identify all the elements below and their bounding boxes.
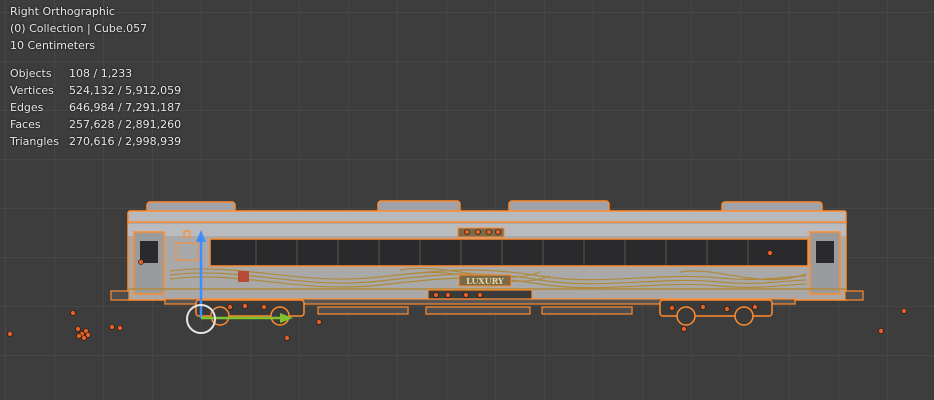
stat-label: Edges: [10, 101, 44, 114]
object-origin-dot-icon[interactable]: [463, 292, 469, 298]
stat-label: Objects: [10, 67, 52, 80]
underframe-box: [317, 306, 409, 315]
object-origin-dot-icon[interactable]: [117, 325, 123, 331]
object-origin-dot-icon[interactable]: [284, 335, 290, 341]
object-origin-dot-icon[interactable]: [495, 229, 501, 235]
object-origin-dot-icon[interactable]: [261, 304, 267, 310]
object-origin-dot-icon[interactable]: [7, 331, 13, 337]
train-car[interactable]: LUXURY: [110, 200, 864, 326]
object-origin-dot-icon[interactable]: [70, 310, 76, 316]
object-origin-dot-icon[interactable]: [475, 229, 481, 235]
coupler-right: [844, 290, 864, 301]
stat-row-vertices: Vertices 524,132 / 5,912,059: [10, 82, 181, 99]
door-left-window: [140, 241, 158, 263]
object-origin-dot-icon[interactable]: [724, 306, 730, 312]
scene-statistics: Objects 108 / 1,233 Vertices 524,132 / 5,9…: [10, 65, 181, 150]
nameplate-text: LUXURY: [466, 276, 504, 286]
grid-scale-info: 10 Centimeters: [10, 39, 96, 52]
object-origin-dot-icon[interactable]: [464, 229, 470, 235]
object-origin-dot-icon[interactable]: [242, 303, 248, 309]
object-origin-dot-icon[interactable]: [75, 326, 81, 332]
object-origin-dot-icon[interactable]: [227, 304, 233, 310]
viewport-header-info: Right Orthographic (0) Collection | Cube…: [10, 3, 147, 54]
object-origin-dot-icon[interactable]: [445, 292, 451, 298]
window-band: [209, 238, 809, 267]
object-origin-dot-icon[interactable]: [878, 328, 884, 334]
stat-label: Vertices: [10, 84, 54, 97]
object-origin-dot-icon[interactable]: [752, 304, 758, 310]
underframe-box: [425, 306, 531, 315]
object-origin-dot-icon[interactable]: [85, 332, 91, 338]
object-origin-dot-icon[interactable]: [767, 250, 773, 256]
red-marker: [238, 271, 249, 282]
bogie-right: [659, 299, 773, 326]
stat-value: 646,984 / 7,291,187: [69, 101, 182, 114]
stat-label: Triangles: [10, 135, 59, 148]
coupler-left: [110, 290, 130, 301]
stat-row-edges: Edges 646,984 / 7,291,187: [10, 99, 181, 116]
stat-label: Faces: [10, 118, 41, 131]
stat-row-faces: Faces 257,628 / 2,891,260: [10, 116, 181, 133]
object-origin-dot-icon[interactable]: [76, 333, 82, 339]
stat-value: 257,628 / 2,891,260: [69, 118, 182, 131]
object-origin-dot-icon[interactable]: [138, 259, 144, 265]
stat-row-triangles: Triangles 270,616 / 2,998,939: [10, 133, 181, 150]
underframe-box: [541, 306, 633, 315]
collection-info: (0) Collection | Cube.057: [10, 22, 148, 35]
view-name: Right Orthographic: [10, 5, 115, 18]
object-origin-dot-icon[interactable]: [109, 324, 115, 330]
object-origin-dot-icon[interactable]: [901, 308, 907, 314]
stat-value: 270,616 / 2,998,939: [69, 135, 182, 148]
3d-viewport[interactable]: LUXURY Right Orthographic (0) Collection…: [0, 0, 934, 400]
object-origin-dot-icon[interactable]: [477, 292, 483, 298]
stat-row-objects: Objects 108 / 1,233: [10, 65, 181, 82]
door-right-window: [816, 241, 834, 263]
scene-canvas[interactable]: LUXURY: [0, 0, 934, 400]
object-origin-dot-icon[interactable]: [700, 304, 706, 310]
object-origin-dot-icon[interactable]: [681, 326, 687, 332]
bogie-left: [195, 299, 305, 326]
stat-value: 524,132 / 5,912,059: [69, 84, 182, 97]
object-origin-dot-icon[interactable]: [433, 292, 439, 298]
stat-value: 108 / 1,233: [69, 67, 133, 80]
object-origin-dot-icon[interactable]: [486, 229, 492, 235]
object-origin-dot-icon[interactable]: [669, 305, 675, 311]
object-origin-dot-icon[interactable]: [316, 319, 322, 325]
